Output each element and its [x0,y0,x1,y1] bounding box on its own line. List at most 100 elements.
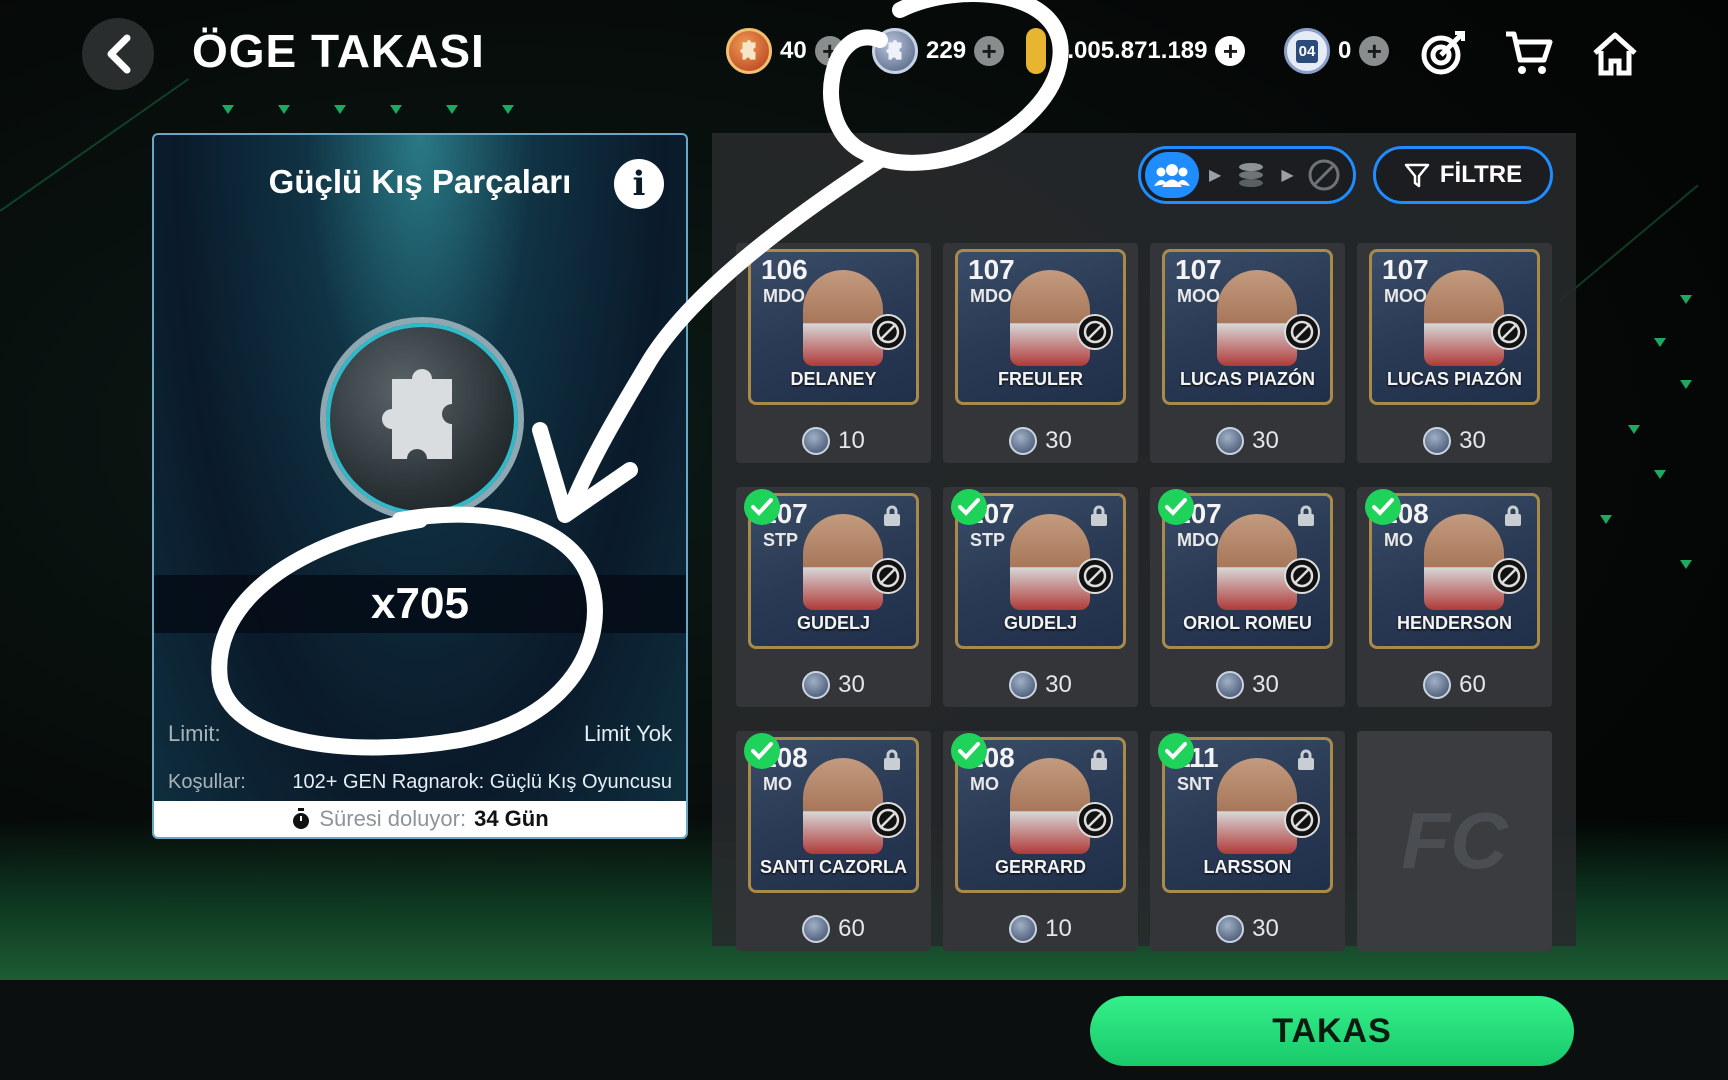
player-rating: 107 [968,254,1015,285]
currency-value: 1.005.871.189 [1054,37,1208,64]
puzzle-piece-icon [1216,671,1245,699]
player-position: STP [763,530,799,550]
lock-icon [1298,749,1314,770]
puzzle-piece-icon [1423,671,1452,699]
takas-button[interactable]: TAKAS [1090,996,1574,1066]
funnel-icon [1404,163,1430,188]
piece-cost: 30 [943,671,1138,699]
players-group-icon[interactable] [1145,152,1199,198]
sort-steps-toggle[interactable]: ▶ ▶ [1138,146,1356,204]
cost-value: 10 [1045,915,1072,942]
player-card-slot[interactable]: 106 MDO DELANEY 10 [736,243,931,463]
player-name: GUDELJ [1003,613,1077,633]
checkmark-icon [951,733,987,769]
player-card-slot[interactable]: 108 MO GERRARD 10 [943,731,1138,951]
deco-line [1559,184,1699,302]
untradeable-icon [1077,314,1113,350]
player-card-slot[interactable]: 108 MO SANTI CAZORLA 60 [736,731,931,951]
home-icon[interactable] [1588,26,1642,80]
fc-logo-icon: FC [1401,796,1508,885]
piece-cost: 30 [1150,671,1345,699]
player-card-slot[interactable]: 107 MOO LUCAS PIAZÓN 30 [1150,243,1345,463]
puzzle-piece-icon [1009,427,1038,455]
checkmark-icon [1365,489,1401,525]
player-card-slot[interactable]: 111 SNT LARSSON 30 [1150,731,1345,951]
player-portrait [1217,758,1297,854]
item-panel: Güçlü Kış Parçaları i x705 Limit: Limit … [152,133,688,839]
cost-value: 60 [838,915,865,942]
player-portrait [1010,270,1090,366]
puzzle-piece-icon [1216,915,1245,943]
add-gold-coin-button[interactable]: + [1215,36,1246,66]
player-card-slot[interactable]: 107 MDO FREULER 30 [943,243,1138,463]
currency-orange-token: 40 + [726,28,845,74]
empty-slot: FC [1357,731,1552,951]
cost-value: 30 [1045,671,1072,698]
puzzle-piece-icon [320,317,524,521]
player-name: GUDELJ [796,613,870,633]
currency-value: 40 [780,37,807,64]
arrow-right-icon: ▶ [1209,167,1222,184]
player-position: MDO [970,286,1012,306]
filter-button[interactable]: FİLTRE [1373,146,1553,204]
cart-icon[interactable] [1502,26,1556,80]
piece-cost: 30 [1150,427,1345,455]
puzzle-piece-icon [872,28,918,74]
add-orange-token-button[interactable]: + [814,36,845,66]
cost-value: 30 [1252,915,1279,942]
player-position: MDO [763,286,805,306]
chevron-left-icon [107,34,131,74]
puzzle-piece-icon [802,915,831,943]
player-name: GERRARD [994,857,1086,877]
cost-value: 30 [1252,671,1279,698]
cost-value: 60 [1459,671,1486,698]
player-card-slot[interactable]: 107 STP GUDELJ 30 [943,487,1138,707]
add-silver-piece-button[interactable]: + [974,36,1005,66]
player-card-slot[interactable]: 108 MO HENDERSON 60 [1357,487,1552,707]
player-portrait [803,514,883,610]
limit-row: Limit: Limit Yok [154,721,686,747]
lock-icon [1091,505,1107,526]
conditions-label: Koşullar: [168,771,246,793]
player-card[interactable]: 107 MOO LUCAS PIAZÓN [1162,249,1333,405]
untradeable-icon [1077,558,1113,594]
puzzle-piece-icon [1216,427,1245,455]
untradeable-icon [870,802,906,838]
checkmark-icon [1158,489,1194,525]
lock-icon [1091,749,1107,770]
target-icon[interactable] [1416,26,1470,80]
currency-value: 0 [1338,37,1352,64]
cost-value: 30 [1045,427,1072,454]
player-card[interactable]: 107 MOO LUCAS PIAZÓN [1369,249,1540,405]
item-title: Güçlü Kış Parçaları [268,163,572,200]
info-icon[interactable]: i [614,159,664,209]
checkmark-icon [1158,733,1194,769]
player-portrait [1424,514,1504,610]
player-card[interactable]: 107 MDO FREULER [955,249,1126,405]
untradeable-icon [1284,558,1320,594]
untradeable-icon[interactable] [1304,155,1344,195]
stack-coins-icon[interactable] [1231,155,1271,195]
currency-silver-piece: 229 + [872,28,1005,74]
player-card-slot[interactable]: 107 MDO ORIOL ROMEU 30 [1150,487,1345,707]
player-position: MOO [1177,286,1220,306]
expires-value: 34 Gün [474,806,549,831]
badge-number: 04 [1295,39,1319,63]
player-card-slot[interactable]: 107 STP GUDELJ 30 [736,487,931,707]
back-button[interactable] [82,18,154,90]
player-card[interactable]: 106 MDO DELANEY [748,249,919,405]
checkmark-icon [951,489,987,525]
cost-value: 30 [1459,427,1486,454]
piece-cost: 30 [1150,915,1345,943]
add-badge-button[interactable]: + [1359,36,1390,66]
player-card-slot[interactable]: 107 MOO LUCAS PIAZÓN 30 [1357,243,1552,463]
player-portrait [1217,270,1297,366]
conditions-value: 102+ GEN Ragnarok: Güçlü Kış Oyuncusu [292,771,672,793]
player-portrait [1217,514,1297,610]
player-grid: 106 MDO DELANEY 10 107 MDO FREULER 30 10… [736,243,1552,951]
piece-cost: 30 [736,671,931,699]
arrow-right-icon: ▶ [1281,167,1294,184]
player-name: ORIOL ROMEU [1183,613,1312,633]
piece-cost: 30 [1357,427,1552,455]
player-name: HENDERSON [1396,613,1512,633]
